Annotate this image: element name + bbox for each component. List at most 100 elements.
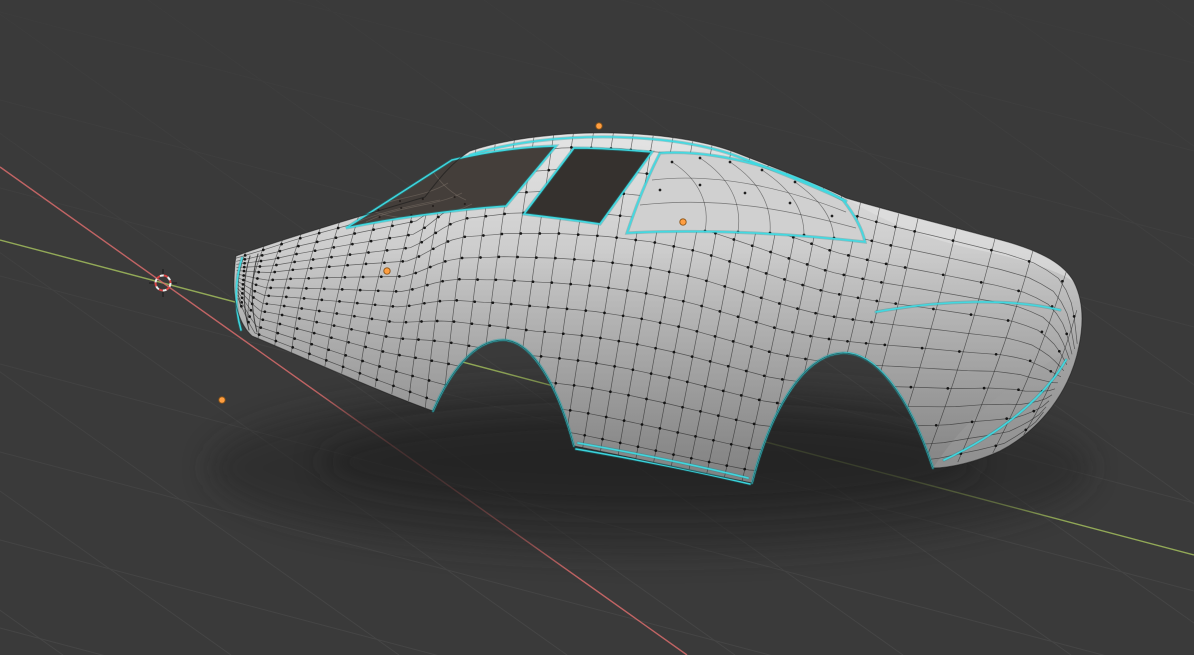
vertex-dot[interactable] [636, 445, 640, 449]
3d-viewport[interactable] [0, 0, 1194, 655]
vertex-dot[interactable] [561, 332, 565, 336]
vertex-dot[interactable] [310, 342, 314, 346]
vertex-dot[interactable] [414, 356, 417, 360]
vertex-dot[interactable] [322, 287, 326, 291]
vertex-dot[interactable] [1065, 332, 1069, 336]
vertex-dot[interactable] [827, 337, 831, 341]
vertex-dot[interactable] [653, 241, 657, 244]
vertex-dot[interactable] [596, 234, 599, 238]
vertex-dot[interactable] [893, 225, 897, 229]
vertex-dot[interactable] [667, 376, 671, 379]
vertex-dot[interactable] [427, 379, 431, 382]
vertex-dot[interactable] [621, 314, 625, 318]
vertex-dot[interactable] [263, 310, 267, 314]
vertex-dot[interactable] [343, 275, 347, 279]
vertex-dot[interactable] [484, 214, 488, 218]
object-origin-point[interactable] [679, 218, 687, 226]
vertex-dot[interactable] [330, 255, 333, 259]
vertex-dot[interactable] [903, 266, 907, 269]
vertex-dot[interactable] [970, 420, 974, 424]
vertex-dot[interactable] [590, 386, 594, 390]
vertex-dot[interactable] [592, 259, 595, 263]
vertex-dot[interactable] [391, 305, 395, 308]
vertex-dot[interactable] [1057, 349, 1061, 353]
vertex-dot[interactable] [425, 396, 429, 400]
vertex-dot[interactable] [622, 419, 626, 422]
vertex-dot[interactable] [837, 293, 841, 296]
vertex-dot[interactable] [884, 262, 888, 266]
vertex-dot[interactable] [726, 364, 730, 368]
vertex-dot[interactable] [269, 286, 273, 290]
vertex-dot[interactable] [694, 435, 697, 438]
vertex-dot[interactable] [434, 231, 438, 235]
vertex-dot[interactable] [736, 315, 740, 319]
vertex-dot[interactable] [649, 266, 652, 270]
vertex-dot[interactable] [990, 248, 993, 252]
vertex-dot[interactable] [259, 259, 263, 263]
vertex-dot[interactable] [894, 302, 898, 305]
vertex-dot[interactable] [875, 299, 879, 303]
vertex-dot[interactable] [265, 302, 269, 306]
vertex-dot[interactable] [716, 414, 720, 417]
vertex-dot[interactable] [728, 160, 732, 164]
vertex-dot[interactable] [332, 324, 336, 327]
vertex-dot[interactable] [588, 284, 591, 287]
vertex-dot[interactable] [663, 295, 667, 299]
vertex-dot[interactable] [417, 338, 420, 341]
vertex-dot[interactable] [689, 456, 693, 460]
vertex-dot[interactable] [437, 215, 440, 219]
vertex-dot[interactable] [346, 263, 349, 267]
vertex-dot[interactable] [449, 341, 453, 345]
vertex-dot[interactable] [584, 309, 588, 312]
vertex-dot[interactable] [874, 220, 878, 224]
vertex-dot[interactable] [554, 256, 557, 260]
vertex-dot[interactable] [271, 278, 275, 282]
vertex-dot[interactable] [969, 313, 973, 316]
vertex-dot[interactable] [676, 431, 680, 434]
vertex-dot[interactable] [625, 289, 629, 292]
vertex-dot[interactable] [920, 346, 924, 350]
vertex-dot[interactable] [261, 318, 265, 322]
vertex-dot[interactable] [658, 427, 662, 430]
vertex-dot[interactable] [249, 308, 253, 312]
vertex-dot[interactable] [336, 226, 340, 230]
vertex-dot[interactable] [810, 242, 813, 246]
vertex-dot[interactable] [260, 254, 264, 257]
vertex-dot[interactable] [909, 385, 913, 389]
vertex-dot[interactable] [801, 283, 804, 287]
vertex-dot[interactable] [780, 378, 784, 381]
vertex-dot[interactable] [302, 297, 306, 300]
vertex-dot[interactable] [731, 340, 735, 343]
vertex-dot[interactable] [677, 325, 680, 328]
vertex-dot[interactable] [494, 278, 498, 282]
vertex-dot[interactable] [994, 444, 998, 448]
vertex-dot[interactable] [243, 254, 247, 257]
vertex-dot[interactable] [670, 160, 674, 164]
vertex-dot[interactable] [783, 278, 786, 281]
vertex-dot[interactable] [698, 183, 702, 187]
vertex-dot[interactable] [913, 230, 916, 233]
vertex-dot[interactable] [367, 251, 370, 254]
vertex-dot[interactable] [1017, 388, 1020, 392]
vertex-dot[interactable] [275, 263, 278, 267]
vertex-dot[interactable] [463, 235, 467, 239]
vertex-dot[interactable] [435, 319, 439, 323]
vertex-dot[interactable] [759, 296, 763, 300]
vertex-dot[interactable] [709, 254, 713, 257]
vertex-dot[interactable] [500, 232, 504, 236]
vertex-dot[interactable] [617, 339, 621, 343]
vertex-dot[interactable] [557, 232, 561, 235]
vertex-dot[interactable] [297, 244, 300, 248]
vertex-dot[interactable] [341, 365, 345, 369]
vertex-dot[interactable] [531, 280, 535, 284]
vertex-dot[interactable] [691, 248, 695, 252]
vertex-dot[interactable] [728, 260, 731, 263]
vertex-dot[interactable] [479, 256, 482, 259]
vertex-dot[interactable] [347, 340, 350, 344]
vertex-dot[interactable] [465, 216, 469, 220]
vertex-dot[interactable] [618, 214, 622, 218]
vertex-dot[interactable] [654, 449, 658, 452]
vertex-dot[interactable] [725, 464, 729, 467]
vertex-dot[interactable] [256, 277, 259, 280]
vertex-dot[interactable] [672, 245, 676, 248]
